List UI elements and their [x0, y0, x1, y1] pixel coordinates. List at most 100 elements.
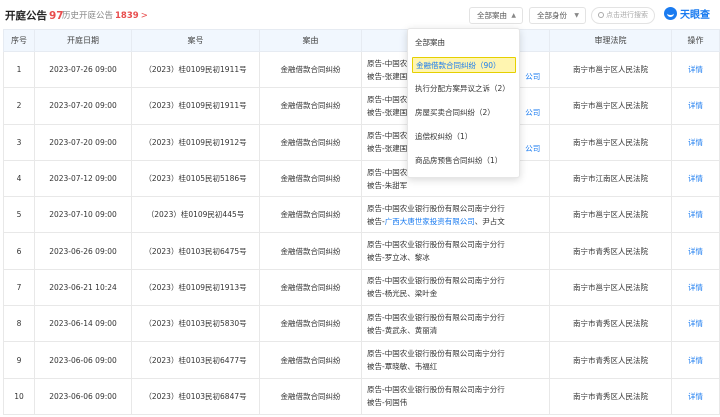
court-name: 南宁市青秀区人民法院 [549, 341, 672, 379]
history-label[interactable]: 历史开庭公告 [62, 11, 113, 21]
defendant-line: 被告-何国伟 [367, 396, 549, 409]
row-number: 9 [3, 341, 35, 379]
hearing-date: 2023-06-06 09:00 [34, 341, 132, 379]
row-number: 5 [3, 196, 35, 234]
case-reason: 金融借款合同纠纷 [259, 50, 362, 89]
column-header: 操作 [671, 29, 720, 52]
court-name: 南宁市邕宁区人民法院 [549, 87, 672, 125]
plaintiff-text: 原告-中国农 [367, 131, 408, 141]
identity-filter-label[interactable]: 全部身份 [537, 11, 567, 20]
table-row: 10 2023-06-06 09:00 （2023）桂0103民初6847号 金融借款… [3, 377, 720, 415]
dropdown-item-execution-objection[interactable]: 执行分配方案异议之诉（2） [408, 81, 521, 97]
defendant-text: 被告-张建国 [367, 144, 408, 154]
details-link[interactable]: 详情 [671, 341, 720, 379]
dropdown-item-recourse[interactable]: 追偿权纠纷（1） [408, 129, 521, 145]
case-number: （2023）桂0109民初445号 [131, 196, 260, 234]
defendant-line: 被告-覃晓敏、韦福红 [367, 360, 549, 373]
search-input[interactable]: 点击进行搜索 [591, 7, 655, 24]
logo-icon [664, 7, 677, 20]
plaintiff-line: 原告-中国农业银行股份有限公司南宁分行 [367, 311, 549, 324]
details-link[interactable]: 详情 [671, 196, 720, 234]
dropdown-item-financial-loan[interactable]: 金融借款合同纠纷（90） [412, 57, 516, 73]
case-reason-dropdown: 全部案由 金融借款合同纠纷（90） 执行分配方案异议之诉（2） 房屋买卖合同纠纷… [407, 28, 520, 178]
defendant-text: 被告-覃晓敏、韦福红 [367, 362, 438, 372]
parties-cell: 原告-中国农业银行股份有限公司南宁分行 被告-黄武永、黄丽清 [361, 305, 550, 343]
details-link[interactable]: 详情 [671, 305, 720, 343]
case-reason-filter-label[interactable]: 全部案由 [477, 11, 507, 20]
plaintiff-text: 原告-中国农业银行股份有限公司南宁分行 [367, 203, 505, 213]
table-row: 9 2023-06-06 09:00 （2023）桂0103民初6477号 金融借款合… [3, 341, 720, 379]
parties-cell: 原告-中国农业银行股份有限公司南宁分行被告-广西大唐世家投资有限公司、尹占文 [361, 196, 550, 234]
hearing-date: 2023-07-12 09:00 [34, 159, 132, 198]
table-row: 3 2023-07-20 09:00 （2023）桂0109民初1912号 金融借款合… [3, 123, 720, 161]
details-link[interactable]: 详情 [671, 159, 720, 198]
dropdown-item-presale[interactable]: 商品房预售合同纠纷（1） [408, 153, 521, 169]
plaintiff-text: 原告-中国农 [367, 58, 408, 68]
case-reason-filter[interactable]: 全部案由 ▲ [469, 7, 523, 24]
column-header: 序号 [3, 29, 35, 52]
column-header: 审理法院 [549, 29, 672, 52]
parties-cell: 原告-中国农业银行股份有限公司南宁分行 被告-罗立冰、黎冰 [361, 232, 550, 270]
case-reason: 金融借款合同纠纷 [259, 87, 362, 125]
plaintiff-text: 原告-中国农 [367, 94, 408, 104]
defendant-text: 被告-张建国 [367, 107, 408, 117]
plaintiff-text: 原告-中国农业银行股份有限公司南宁分行 [367, 349, 505, 359]
plaintiff-text: 原告-中国农业银行股份有限公司南宁分行 [367, 240, 505, 250]
details-link[interactable]: 详情 [671, 50, 720, 89]
case-reason: 金融借款合同纠纷 [259, 159, 362, 198]
plaintiff-text: 原告-中国农业银行股份有限公司南宁分行 [367, 385, 505, 395]
plaintiff-text: 原告-中国农业银行股份有限公司南宁分行 [367, 312, 505, 322]
plaintiff-line: 原告-中国农业银行股份有限公司南宁分行 [367, 202, 549, 215]
case-number: （2023）桂0103民初6475号 [131, 232, 260, 270]
column-header: 开庭日期 [34, 29, 132, 52]
hearing-date: 2023-07-26 09:00 [34, 50, 132, 89]
court-name: 南宁市青秀区人民法院 [549, 232, 672, 270]
case-number: （2023）桂0109民初1912号 [131, 123, 260, 161]
caret-down-icon[interactable]: ▼ [574, 8, 579, 23]
parties-cell: 原告-中国农业银行股份有限公司南宁分行 被告-何国伟 [361, 377, 550, 415]
details-link[interactable]: 详情 [671, 232, 720, 270]
section-title: 开庭公告 97 [5, 8, 64, 23]
chevron-right-icon[interactable]: > [141, 11, 148, 21]
hearing-date: 2023-06-26 09:00 [34, 232, 132, 270]
company-link[interactable]: 公司 [525, 144, 540, 153]
identity-filter[interactable]: 全部身份 ▼ [529, 7, 586, 24]
case-reason: 金融借款合同纠纷 [259, 341, 362, 379]
details-link[interactable]: 详情 [671, 377, 720, 415]
defendant-text: 被告-朱甜军 [367, 180, 408, 190]
table-row: 2 2023-07-20 09:00 （2023）桂0109民初1911号 金融借款合… [3, 87, 720, 125]
dropdown-item-house-sale[interactable]: 房屋买卖合同纠纷（2） [408, 105, 521, 121]
court-name: 南宁市青秀区人民法院 [549, 305, 672, 343]
company-link[interactable]: 公司 [525, 108, 540, 117]
logo-text: 天眼查 [680, 10, 710, 21]
details-link[interactable]: 详情 [671, 87, 720, 125]
dropdown-item-all[interactable]: 全部案由 [408, 35, 521, 51]
defendant-line: 被告-广西大唐世家投资有限公司、尹占文 [367, 215, 549, 228]
case-reason: 金融借款合同纠纷 [259, 123, 362, 161]
case-number: （2023）桂0109民初1913号 [131, 268, 260, 307]
case-number: （2023）桂0103民初5830号 [131, 305, 260, 343]
section-title-text: 开庭公告 [5, 10, 47, 22]
details-link[interactable]: 详情 [671, 268, 720, 307]
row-number: 2 [3, 87, 35, 125]
case-number: （2023）桂0109民初1911号 [131, 50, 260, 89]
plaintiff-line: 原告-中国农业银行股份有限公司南宁分行 [367, 347, 549, 360]
search-placeholder: 点击进行搜索 [606, 11, 648, 19]
history-announcements-link[interactable]: 历史开庭公告 1839 > [62, 9, 148, 21]
column-header: 案由 [259, 29, 362, 52]
company-link[interactable]: 广西大唐世家投资有限公司 [385, 217, 475, 226]
company-link[interactable]: 公司 [525, 72, 540, 81]
plaintiff-line: 原告-中国农业银行股份有限公司南宁分行 [367, 383, 549, 396]
defendant-line: 被告-罗立冰、黎冰 [367, 251, 549, 264]
plaintiff-line: 原告-中国农业银行股份有限公司南宁分行 [367, 274, 549, 287]
plaintiff-text: 原告-中国农 [367, 167, 408, 177]
court-name: 南宁市邕宁区人民法院 [549, 268, 672, 307]
defendant-text: 被告-黄武永、黄丽清 [367, 325, 438, 335]
court-name: 南宁市青秀区人民法院 [549, 377, 672, 415]
caret-up-icon[interactable]: ▲ [511, 8, 516, 23]
history-count[interactable]: 1839 [115, 11, 139, 21]
details-link[interactable]: 详情 [671, 123, 720, 161]
case-reason: 金融借款合同纠纷 [259, 268, 362, 307]
court-name: 南宁市邕宁区人民法院 [549, 123, 672, 161]
hearing-date: 2023-07-20 09:00 [34, 123, 132, 161]
